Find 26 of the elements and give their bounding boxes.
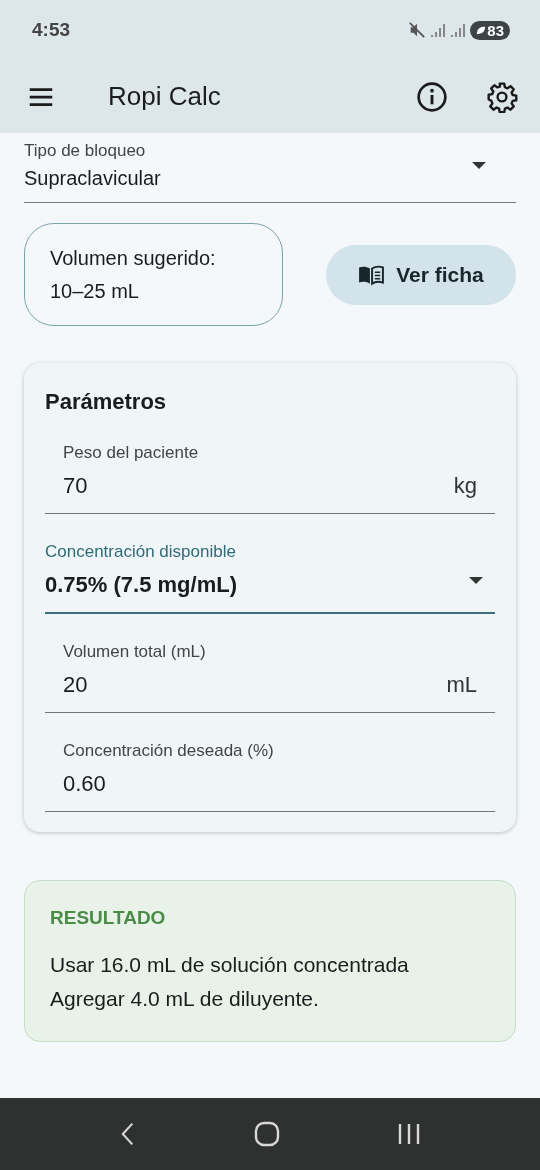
input-field[interactable]: Volumen total (mL) 20 mL (45, 630, 495, 713)
view-sheet-button[interactable]: Ver ficha (326, 244, 516, 305)
concentration-dropdown[interactable]: Concentración disponible 0.75% (7.5 mg/mL) (45, 530, 495, 614)
input-field[interactable]: Peso del paciente 70 kg (45, 431, 495, 514)
signal-icon (430, 22, 447, 38)
settings-icon[interactable] (486, 80, 518, 113)
recent-apps-icon[interactable] (397, 1122, 422, 1146)
parameters-title: Parámetros (45, 389, 168, 415)
input-field[interactable]: Concentración deseada (%) 0.60 (45, 729, 495, 812)
result-text: Agregar 4.0 mL de diluyente. (50, 987, 320, 1011)
signal-icon (450, 22, 467, 38)
block-type-dropdown[interactable]: Tipo de bloqueo Supraclavicular (24, 141, 516, 203)
battery-indicator: 83 (470, 20, 510, 40)
result-title: RESULTADO (50, 907, 167, 929)
result-text: Usar 16.0 mL de solución concentrada (50, 953, 410, 977)
suggested-volume-value: 10–25 mL (50, 279, 140, 303)
dropdown-arrow-icon (472, 162, 486, 169)
suggested-volume-label: Volumen sugerido: (50, 246, 217, 270)
status-time: 4:53 (32, 19, 71, 41)
dropdown-arrow-icon (469, 576, 483, 584)
leaf-icon (475, 24, 487, 36)
book-icon (358, 263, 385, 286)
home-icon[interactable] (254, 1121, 280, 1147)
app-title: Ropi Calc (108, 81, 222, 112)
info-icon[interactable] (416, 80, 448, 113)
mute-icon (408, 21, 427, 39)
